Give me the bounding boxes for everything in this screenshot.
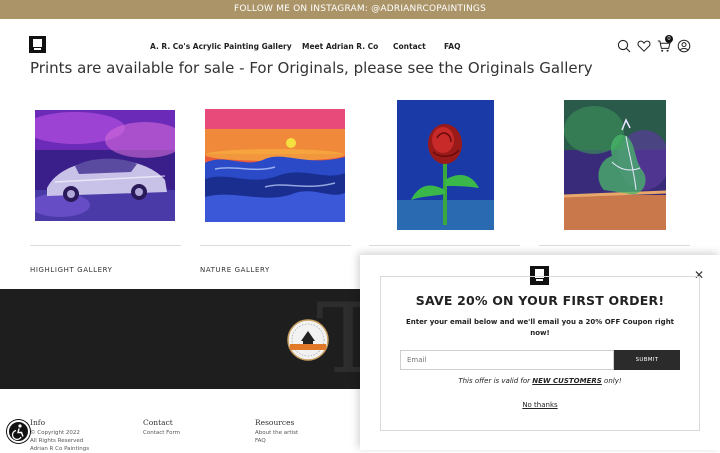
search-icon[interactable]: [617, 39, 631, 53]
footer-contact-form-link[interactable]: Contact Form: [143, 429, 180, 437]
footer-copyright: © Copyright 2022: [30, 430, 80, 436]
rose-artwork[interactable]: [397, 100, 494, 230]
nature-gallery-artwork[interactable]: [205, 109, 345, 222]
nav-contact[interactable]: Contact: [393, 42, 426, 51]
offer-note: This offer is valid for NEW CUSTOMERS on…: [360, 377, 720, 385]
featured-artist-badge: [287, 319, 329, 361]
site-header: A. R. Co's Acrylic Painting Gallery Meet…: [0, 19, 720, 61]
email-field[interactable]: [400, 350, 614, 370]
accessibility-icon: [11, 424, 24, 441]
popup-title: SAVE 20% ON YOUR FIRST ORDER!: [415, 293, 665, 308]
footer-contact: Contact Contact Form: [143, 418, 180, 437]
gallery-divider: [369, 245, 520, 246]
site-logo[interactable]: [29, 36, 46, 53]
submit-button[interactable]: SUBMIT: [614, 350, 680, 370]
footer-info-heading: Info: [30, 418, 46, 427]
page-heading: Prints are available for sale - For Orig…: [30, 59, 593, 77]
announcement-bar[interactable]: FOLLOW ME ON INSTAGRAM: @ADRIANRCOPAINTI…: [0, 0, 720, 19]
footer-about-link[interactable]: About the artist: [255, 429, 298, 437]
popup-subtitle: Enter your email below and we'll email y…: [405, 318, 675, 337]
footer-resources: Resources About the artist FAQ: [255, 418, 298, 445]
offer-prefix: This offer is valid for: [458, 377, 533, 385]
announcement-text[interactable]: FOLLOW ME ON INSTAGRAM: @ADRIANRCOPAINTI…: [234, 4, 486, 14]
footer-company: Adrian R Co Paintings: [30, 446, 90, 452]
nav-meet-artist[interactable]: Meet Adrian R. Co: [302, 42, 378, 51]
cart-count-badge: 0: [665, 35, 673, 43]
gallery-label-nature[interactable]: NATURE GALLERY: [200, 266, 270, 274]
nav-gallery[interactable]: A. R. Co's Acrylic Painting Gallery: [150, 42, 292, 51]
violin-artwork[interactable]: [564, 100, 666, 230]
gallery-divider: [200, 245, 351, 246]
heart-icon[interactable]: [637, 39, 651, 53]
footer-rights: All Rights Reserved: [30, 438, 84, 444]
discount-popup: ✕ SAVE 20% ON YOUR FIRST ORDER! Enter yo…: [360, 255, 720, 450]
footer-info: Info © Copyright 2022 All Rights Reserve…: [30, 418, 89, 453]
offer-highlight: NEW CUSTOMERS: [532, 377, 602, 385]
highlight-gallery-artwork[interactable]: [35, 110, 175, 221]
gallery-divider: [539, 245, 690, 246]
gallery-divider: [30, 245, 181, 246]
no-thanks-link[interactable]: No thanks: [360, 401, 720, 409]
footer-resources-heading: Resources: [255, 418, 295, 427]
footer-contact-heading: Contact: [143, 418, 173, 427]
gallery-label-highlight[interactable]: HIGHLIGHT GALLERY: [30, 266, 113, 274]
account-icon[interactable]: [677, 39, 691, 53]
nav-faq[interactable]: FAQ: [444, 42, 460, 51]
offer-suffix: only!: [601, 377, 622, 385]
accessibility-button[interactable]: [7, 420, 30, 443]
footer-faq-link[interactable]: FAQ: [255, 437, 298, 445]
